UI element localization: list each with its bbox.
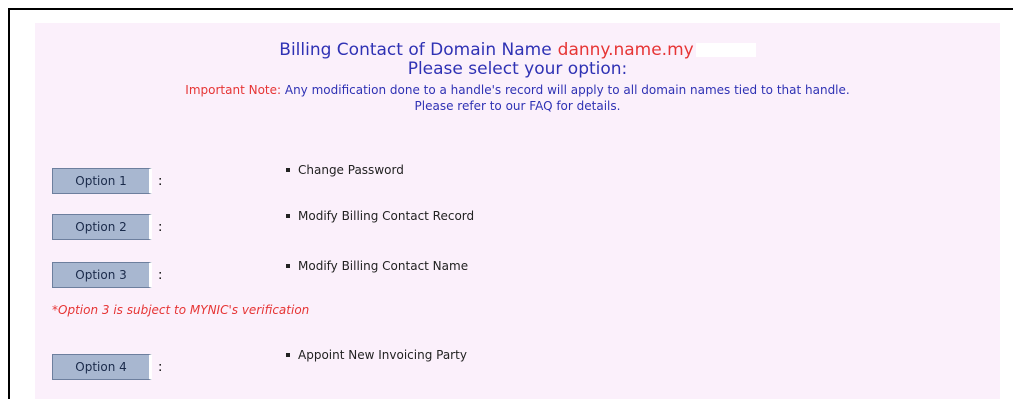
select-prompt: Please select your option: <box>407 59 628 79</box>
option-2-colon: : <box>158 220 163 235</box>
option-1-colon: : <box>158 174 163 189</box>
option-2-label: Modify Billing Contact Record <box>298 209 475 223</box>
billing-contact-panel: Billing Contact of Domain Name danny.name… <box>35 23 1000 399</box>
option-3-verification-note: *Option 3 is subject to MYNIC's verifica… <box>52 303 310 317</box>
important-note-label: Important Note: <box>185 83 282 97</box>
domain-name: danny.name.my <box>557 40 694 60</box>
option-2-button[interactable]: Option 2 <box>52 214 152 240</box>
option-3-item: Modify Billing Contact Name <box>286 259 468 273</box>
bullet-icon <box>286 352 290 357</box>
important-note-text: Any modification done to a handle's reco… <box>281 83 850 97</box>
domain-highlight <box>695 43 756 57</box>
important-note: Important Note: Any modification done to… <box>35 82 1000 98</box>
option-4-button[interactable]: Option 4 <box>52 354 152 380</box>
option-2-item: Modify Billing Contact Record <box>286 209 474 223</box>
option-1-item: Change Password <box>286 163 404 177</box>
option-1-button[interactable]: Option 1 <box>52 168 152 194</box>
faq-note: Please refer to our FAQ for details. <box>414 99 621 113</box>
option-3-colon: : <box>158 268 163 283</box>
page-title: Billing Contact of Domain Name danny.name… <box>35 41 1000 60</box>
header: Billing Contact of Domain Name danny.name… <box>35 41 1000 114</box>
option-1-label: Change Password <box>298 163 404 177</box>
bullet-icon <box>286 263 290 268</box>
bullet-icon <box>286 213 290 218</box>
option-3-button[interactable]: Option 3 <box>52 262 152 288</box>
bullet-icon <box>286 167 290 172</box>
option-3-label: Modify Billing Contact Name <box>298 259 469 273</box>
title-prefix: Billing Contact of Domain Name <box>279 40 552 60</box>
option-4-label: Appoint New Invoicing Party <box>298 348 467 362</box>
option-4-item: Appoint New Invoicing Party <box>286 348 467 362</box>
option-4-colon: : <box>158 360 163 375</box>
